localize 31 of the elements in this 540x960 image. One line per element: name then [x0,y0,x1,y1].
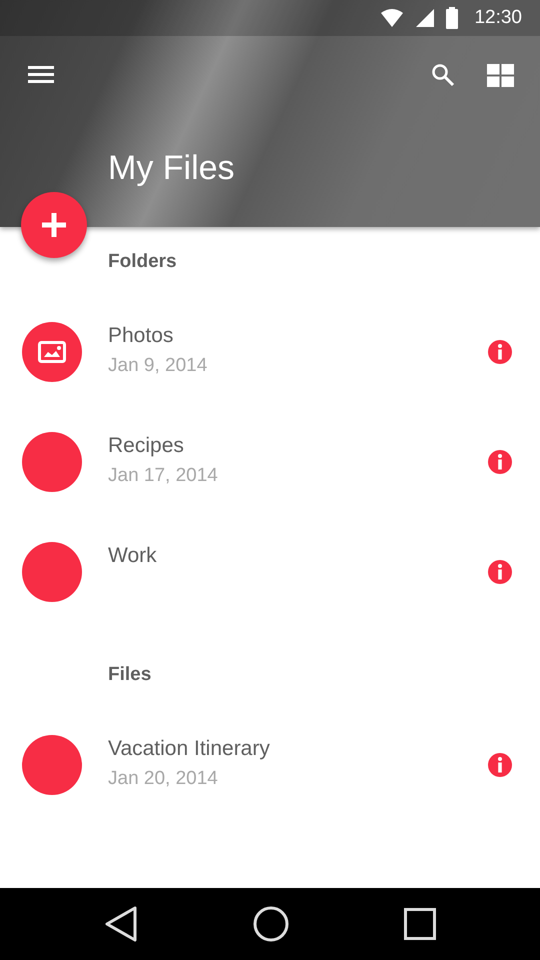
list-item[interactable]: Photos Jan 9, 2014 [0,297,540,407]
item-date: Jan 20, 2014 [108,767,219,791]
item-name: Recipes [108,433,185,459]
battery-icon [446,7,458,29]
search-icon [431,63,455,87]
list-item[interactable]: Recipes Jan 17, 2014 [0,407,540,517]
image-icon [38,341,66,363]
recents-icon[interactable] [404,908,436,940]
page-title: My Files [108,148,236,188]
item-name: Work [108,543,158,569]
info-icon[interactable] [488,450,512,474]
info-icon[interactable] [488,340,512,364]
list-item[interactable]: Vacation Itinerary Jan 20, 2014 [0,710,540,820]
item-date: Jan 9, 2014 [108,354,208,378]
grid-icon [487,64,514,86]
item-date: Jan 17, 2014 [108,464,219,488]
back-icon[interactable] [104,906,138,942]
item-name: Vacation Itinerary [108,736,271,762]
section-header: Folders [108,251,177,273]
section-header: Files [108,664,152,686]
home-icon[interactable] [253,906,289,942]
menu-icon [28,66,54,84]
list-item[interactable]: Work [0,517,540,627]
wifi-icon [380,8,404,28]
add-button[interactable] [21,192,87,258]
clock-time: 12:30 [474,7,522,29]
info-icon[interactable] [488,753,512,777]
item-name: Photos [108,323,174,349]
signal-icon [414,8,436,28]
info-icon[interactable] [488,560,512,584]
plus-icon [42,213,66,237]
